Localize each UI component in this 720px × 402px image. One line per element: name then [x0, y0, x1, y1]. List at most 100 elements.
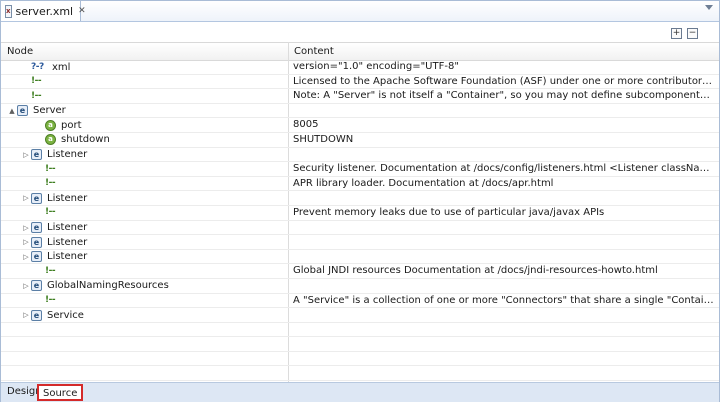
comment-icon: !-- [45, 178, 56, 189]
comment-icon: !-- [45, 207, 56, 218]
table-row[interactable]: ?-? xml version="1.0" encoding="UTF-8" [1, 60, 719, 75]
node-cell[interactable]: ▷ e Service [1, 308, 308, 322]
table-row[interactable]: ▲ e Server [1, 104, 719, 119]
node-cell[interactable]: ?-? xml [1, 60, 308, 74]
editor-page-tabs: Design Source [1, 382, 719, 402]
content-cell[interactable] [293, 366, 715, 380]
content-cell[interactable]: Global JNDI resources Documentation at /… [293, 264, 715, 278]
comment-icon: !-- [45, 295, 56, 305]
node-cell[interactable] [1, 323, 294, 337]
content-cell[interactable] [293, 352, 715, 366]
table-row[interactable]: ▷ e Service [1, 308, 719, 323]
node-cell[interactable]: a port [1, 118, 322, 132]
content-cell[interactable]: SHUTDOWN [293, 133, 715, 147]
table-row[interactable]: ▷ e Listener [1, 250, 719, 265]
node-label: Listener [47, 251, 88, 263]
content-cell[interactable]: Licensed to the Apache Software Foundati… [293, 75, 715, 89]
content-cell[interactable]: version="1.0" encoding="UTF-8" [293, 60, 715, 74]
column-header-content[interactable]: Content [288, 43, 719, 60]
content-cell[interactable]: Note: A "Server" is not itself a "Contai… [293, 89, 715, 103]
content-cell[interactable] [293, 323, 715, 337]
content-cell[interactable] [293, 250, 715, 264]
table-row[interactable]: !-- A "Service" is a collection of one o… [1, 294, 719, 309]
table-row[interactable] [1, 366, 719, 382]
node-cell[interactable] [1, 337, 294, 351]
view-menu-chevron-down-icon[interactable] [705, 5, 713, 10]
node-cell[interactable]: !-- [1, 206, 322, 220]
expand-twisty-icon[interactable]: ▷ [21, 194, 31, 202]
content-cell[interactable] [293, 279, 715, 293]
collapse-twisty-icon[interactable]: ▲ [7, 107, 17, 115]
expand-twisty-icon[interactable]: ▷ [21, 253, 31, 261]
node-cell[interactable]: !-- [1, 75, 308, 89]
node-cell[interactable]: !-- [1, 162, 322, 176]
table-row[interactable] [1, 337, 719, 352]
node-label: port [61, 119, 82, 131]
table-row[interactable] [1, 323, 719, 338]
processing-instruction-icon: ?-? [31, 61, 44, 72]
table-row[interactable]: !-- Security listener. Documentation at … [1, 162, 719, 177]
collapse-all-icon[interactable]: − [687, 28, 698, 39]
expand-twisty-icon[interactable]: ▷ [21, 282, 31, 290]
expand-twisty-icon[interactable]: ▷ [21, 238, 31, 246]
editor-tab-label: server.xml [15, 4, 74, 18]
table-row[interactable]: ▷ e Listener [1, 235, 719, 250]
node-label: Listener [47, 236, 88, 248]
node-cell[interactable]: ▲ e Server [1, 104, 294, 118]
content-cell[interactable] [293, 308, 715, 322]
node-cell[interactable]: a shutdown [1, 133, 322, 147]
expand-twisty-icon[interactable]: ▷ [21, 151, 31, 159]
comment-icon: !-- [31, 90, 42, 101]
column-header-node[interactable]: Node [1, 43, 288, 60]
content-cell[interactable]: Prevent memory leaks due to use of parti… [293, 206, 715, 220]
tab-source[interactable]: Source [37, 384, 84, 401]
node-cell[interactable]: ▷ e Listener [1, 235, 308, 249]
node-cell[interactable]: !-- [1, 264, 322, 278]
node-label: GlobalNamingResources [47, 280, 169, 292]
table-row[interactable]: !-- APR library loader. Documentation at … [1, 177, 719, 192]
table-row[interactable] [1, 352, 719, 367]
close-icon[interactable]: ✕ [78, 6, 86, 16]
content-cell[interactable]: 8005 [293, 118, 715, 132]
xml-editor-window: x server.xml ✕ + − Node Content ?-? xml ve… [0, 0, 720, 402]
node-cell[interactable]: !-- [1, 177, 322, 191]
expand-twisty-icon[interactable]: ▷ [21, 311, 31, 319]
table-row[interactable]: !-- Global JNDI resources Documentation … [1, 264, 719, 279]
content-cell[interactable] [293, 337, 715, 351]
table-row[interactable]: a shutdown SHUTDOWN [1, 133, 719, 148]
content-cell[interactable] [293, 104, 715, 118]
node-cell[interactable] [1, 352, 294, 366]
node-cell[interactable]: ▷ e Listener [1, 250, 308, 264]
node-cell[interactable]: ▷ e Listener [1, 221, 308, 235]
content-cell[interactable]: A "Service" is a collection of one or mo… [293, 294, 715, 308]
content-cell[interactable] [293, 191, 715, 205]
content-cell[interactable]: Security listener. Documentation at /doc… [293, 162, 715, 176]
node-cell[interactable]: ▷ e Listener [1, 148, 308, 162]
element-icon: e [31, 192, 42, 204]
editor-tab-server-xml[interactable]: x server.xml ✕ [1, 1, 86, 21]
comment-icon: !-- [45, 163, 56, 174]
editor-tab-strip: x server.xml ✕ [1, 1, 719, 22]
content-cell[interactable] [293, 148, 715, 162]
content-cell[interactable] [293, 235, 715, 249]
node-cell[interactable]: !-- [1, 294, 322, 308]
node-cell[interactable]: ▷ e GlobalNamingResources [1, 279, 308, 293]
table-row[interactable]: !-- Prevent memory leaks due to use of p… [1, 206, 719, 221]
content-cell[interactable] [293, 221, 715, 235]
element-icon: e [31, 280, 42, 292]
table-row[interactable]: !-- Note: A "Server" is not itself a "Co… [1, 89, 719, 104]
table-row[interactable]: ▷ e Listener [1, 148, 719, 163]
expand-all-icon[interactable]: + [671, 28, 682, 39]
table-row[interactable]: !-- Licensed to the Apache Software Foun… [1, 75, 719, 90]
table-row[interactable]: ▷ e Listener [1, 221, 719, 236]
node-label: Listener [47, 149, 88, 161]
node-cell[interactable]: ▷ e Listener [1, 191, 308, 205]
table-row[interactable]: ▷ e Listener [1, 191, 719, 206]
expand-twisty-icon[interactable]: ▷ [21, 224, 31, 232]
content-cell[interactable]: APR library loader. Documentation at /do… [293, 177, 715, 191]
node-label: Listener [47, 222, 88, 234]
node-cell[interactable]: !-- [1, 89, 308, 103]
table-row[interactable]: ▷ e GlobalNamingResources [1, 279, 719, 294]
table-row[interactable]: a port 8005 [1, 118, 719, 133]
node-cell[interactable] [1, 366, 294, 380]
